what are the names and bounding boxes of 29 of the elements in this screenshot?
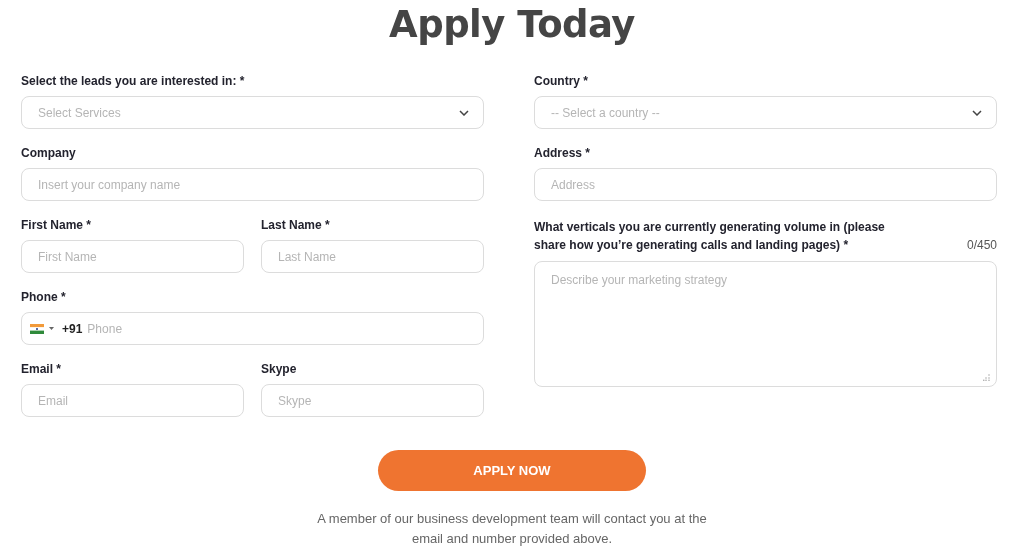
field-label: Last Name * (261, 218, 330, 233)
caret-icon (49, 327, 54, 330)
apply-now-button[interactable]: APPLY NOW (378, 450, 646, 491)
phone-field[interactable]: +91 Phone (21, 312, 484, 345)
input-field[interactable]: Last Name (261, 240, 484, 273)
field-label: Email * (21, 362, 62, 377)
input-field[interactable]: Insert your company name (21, 168, 484, 201)
flag-icon (30, 323, 44, 334)
chevron-down-icon (459, 109, 469, 116)
field-label: Country * (534, 74, 588, 89)
chevron-down-icon (972, 109, 982, 116)
field-label: First Name * (21, 218, 92, 233)
input-field[interactable]: Address (534, 168, 997, 201)
select-field[interactable]: -- Select a country -- (534, 96, 997, 129)
field-label: Select the leads you are interested in: * (21, 74, 245, 89)
select-field[interactable]: Select Services (21, 96, 484, 129)
field-label: Address * (534, 146, 591, 161)
input-field[interactable]: Skype (261, 384, 484, 417)
page-title: Apply Today (388, 2, 636, 48)
field-label: Skype (261, 362, 297, 377)
text-area[interactable]: Describe your marketing strategy (534, 261, 997, 387)
field-label: Company (21, 146, 76, 161)
resize-grip-icon (983, 374, 990, 381)
field-label: What verticals you are currently generating volume in (please share how you’re generating calls and landing pages) * (534, 219, 886, 254)
input-field[interactable]: First Name (21, 240, 244, 273)
input-field[interactable]: Email (21, 384, 244, 417)
character-counter: 0/450 (966, 237, 997, 254)
field-label: Phone * (21, 290, 66, 305)
contact-note: A member of our business development team will contact you at the email and number provided above. (316, 510, 708, 548)
